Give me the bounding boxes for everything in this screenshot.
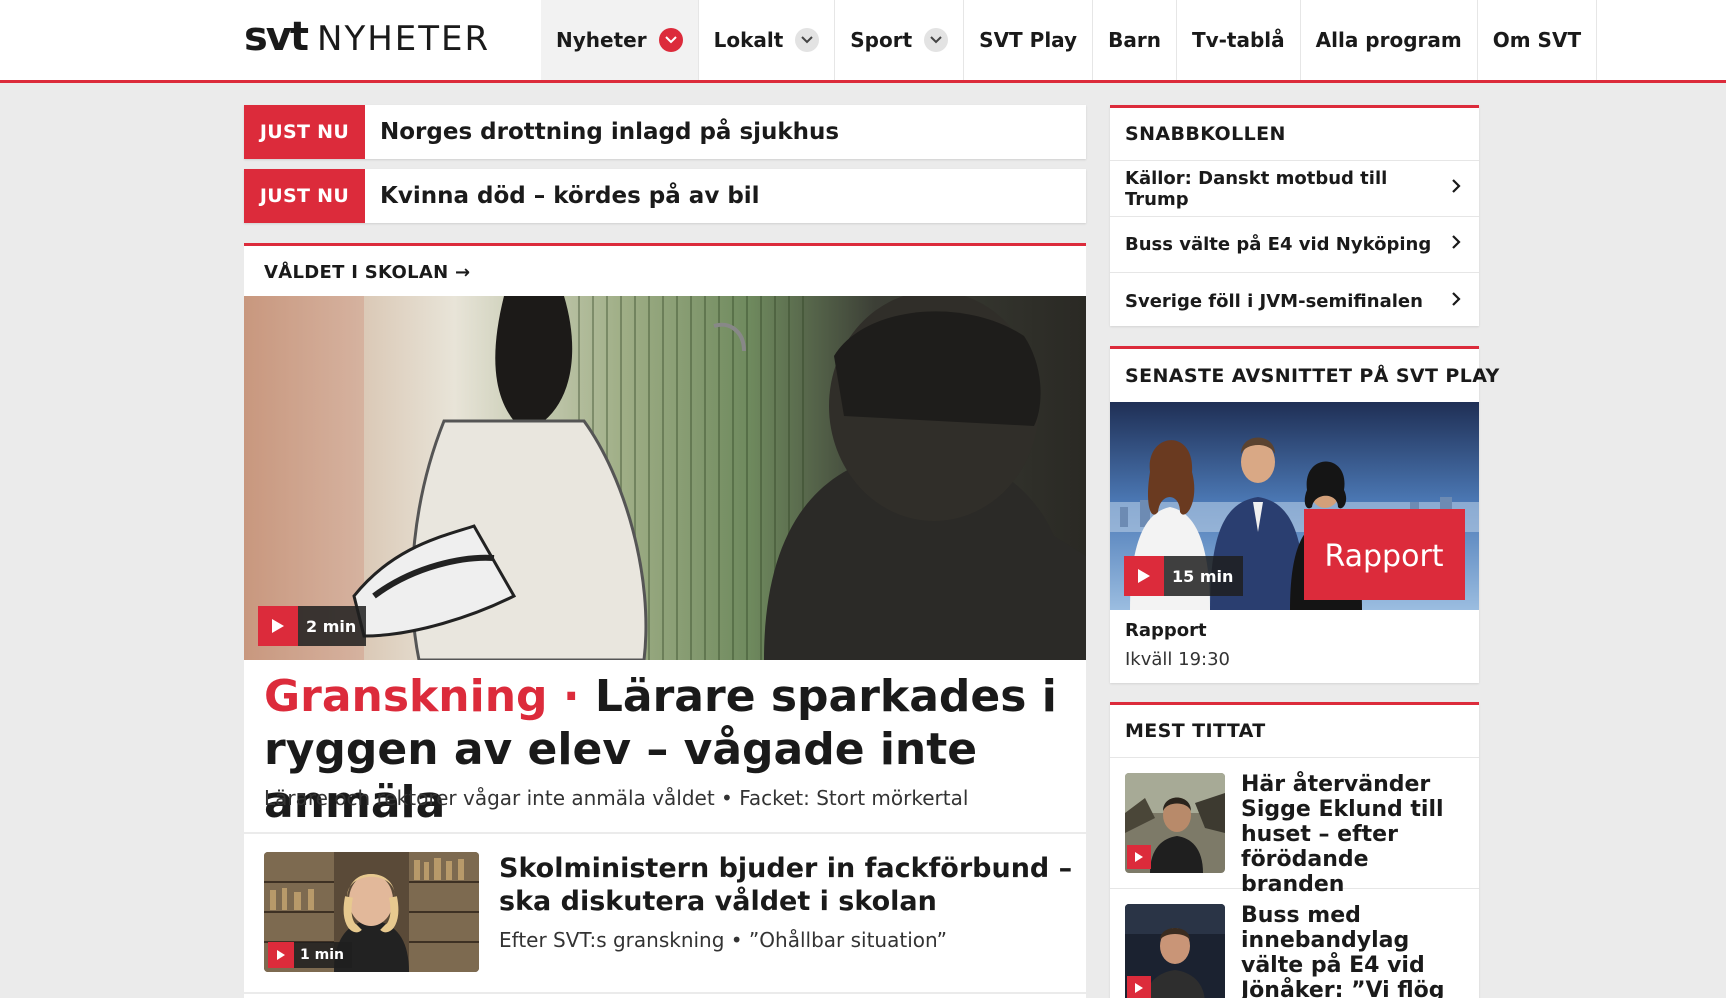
quick-news-text: Buss välte på E4 vid Nyköping — [1125, 234, 1432, 255]
chevron-down-icon[interactable] — [924, 28, 949, 52]
video-duration: 2 min — [306, 616, 357, 636]
most-viewed-thumbnail[interactable] — [1125, 773, 1225, 873]
nav-item-label: Alla program — [1315, 28, 1462, 52]
logo-svt: svt — [244, 14, 309, 60]
play-icon[interactable] — [1124, 556, 1164, 596]
nav-item-label: Om SVT — [1492, 28, 1582, 52]
snabbkollen-title: SNABBKOLLEN — [1110, 108, 1479, 161]
play-icon[interactable] — [1127, 845, 1151, 869]
breaking-news-text: Norges drottning inlagd på sjukhus — [380, 119, 840, 145]
program-name: Rapport — [1125, 620, 1207, 641]
mest-tittat-title: MEST TITTAT — [1110, 705, 1479, 758]
related-article-subline: Efter SVT:s granskning • ”Ohållbar situa… — [499, 928, 947, 952]
most-viewed-title: Buss med innebandylag välte på E4 vid Jö… — [1241, 903, 1445, 998]
most-viewed-item[interactable]: Buss med innebandylag välte på E4 vid Jö… — [1110, 889, 1479, 998]
site-header: svt NYHETER Nyheter Lokalt Sport SVT Pla… — [0, 0, 1726, 83]
snabbkollen-card: SNABBKOLLEN Källor: Danskt motbud till T… — [1110, 105, 1479, 326]
video-duration-chip[interactable]: 2 min — [258, 606, 367, 646]
nav-item-barn[interactable]: Barn — [1092, 0, 1176, 80]
nav-item-label: Tv-tablå — [1191, 28, 1285, 52]
top-story-card: VÅLDET I SKOLAN → 2 min Granskning · Lär… — [244, 243, 1086, 998]
svt-play-card: SENASTE AVSNITTET PÅ SVT PLAY Rapport 15… — [1110, 346, 1500, 683]
quick-news-item[interactable]: Buss välte på E4 vid Nyköping — [1110, 217, 1479, 273]
quick-news-item[interactable]: Sverige föll i JVM-semifinalen — [1110, 273, 1479, 329]
nav-item-alla-program[interactable]: Alla program — [1299, 0, 1477, 80]
just-nu-badge: JUST NU — [244, 105, 365, 159]
mest-tittat-card: MEST TITTAT Här återvänder Sigge Eklund … — [1110, 702, 1479, 998]
related-article-title[interactable]: Skolministern bjuder in fackförbund – sk… — [499, 852, 1074, 918]
video-duration-chip[interactable]: 1 min — [268, 942, 352, 968]
nav-item-tv-tabla[interactable]: Tv-tablå — [1175, 0, 1300, 80]
most-viewed-title: Här återvänder Sigge Eklund till huset –… — [1241, 772, 1444, 897]
quick-news-text: Källor: Danskt motbud till Trump — [1125, 167, 1388, 210]
play-icon[interactable] — [1127, 976, 1151, 998]
video-duration: 1 min — [300, 947, 344, 963]
divider — [244, 832, 1086, 834]
nav-item-label: SVT Play — [979, 28, 1078, 52]
video-duration: 15 min — [1172, 566, 1234, 586]
just-nu-badge: JUST NU — [244, 169, 365, 223]
nav-item-om-svt[interactable]: Om SVT — [1476, 0, 1598, 80]
svt-play-thumbnail[interactable]: Rapport 15 min — [1110, 402, 1479, 610]
video-duration-chip[interactable]: 15 min — [1124, 556, 1244, 596]
section-link-valdet-i-skolan[interactable]: VÅLDET I SKOLAN → — [264, 262, 470, 283]
chevron-right-icon — [1451, 178, 1461, 199]
most-viewed-item[interactable]: Här återvänder Sigge Eklund till huset –… — [1110, 758, 1479, 897]
play-icon[interactable] — [258, 606, 298, 646]
breaking-news-item[interactable]: JUST NU Kvinna död – kördes på av bil — [244, 169, 1086, 223]
rapport-brand-text: Rapport — [1324, 539, 1443, 574]
nav-item-label: Barn — [1108, 28, 1161, 52]
chevron-right-icon — [1451, 234, 1461, 255]
svt-nyheter-logo[interactable]: svt NYHETER — [244, 14, 490, 66]
logo-nyheter: NYHETER — [317, 19, 491, 59]
chevron-down-icon[interactable] — [658, 28, 683, 52]
nav-item-label: Lokalt — [713, 28, 784, 52]
nav-item-label: Sport — [850, 28, 913, 52]
broadcast-time: Ikväll 19:30 — [1125, 649, 1231, 670]
nav-item-label: Nyheter — [556, 28, 647, 52]
play-icon[interactable] — [268, 942, 294, 968]
quick-news-item[interactable]: Källor: Danskt motbud till Trump — [1110, 161, 1479, 217]
related-article-thumbnail[interactable]: 1 min — [264, 852, 479, 972]
nav-item-svt-play[interactable]: SVT Play — [963, 0, 1092, 80]
svt-play-info[interactable]: Rapport Ikväll 19:30 — [1110, 610, 1479, 682]
chevron-right-icon — [1451, 291, 1461, 312]
most-viewed-thumbnail[interactable] — [1125, 904, 1225, 998]
breaking-news-item[interactable]: JUST NU Norges drottning inlagd på sjukh… — [244, 105, 1086, 159]
nav-item-sport[interactable]: Sport — [834, 0, 963, 80]
breaking-news-text: Kvinna död – kördes på av bil — [380, 183, 760, 209]
headline-kicker: Granskning · — [264, 671, 580, 722]
top-story-subline: Lärare och rektorer vågar inte anmäla vå… — [264, 786, 969, 810]
hero-image[interactable]: 2 min — [244, 296, 1086, 660]
main-nav: Nyheter Lokalt Sport SVT Play Barn Tv-ta… — [541, 0, 1598, 80]
chevron-down-icon[interactable] — [795, 28, 820, 52]
divider — [244, 992, 1086, 994]
related-article[interactable]: 1 min Skolministern bjuder in fackförbun… — [264, 852, 1074, 974]
nav-item-lokalt[interactable]: Lokalt — [697, 0, 835, 80]
svt-play-title: SENASTE AVSNITTET PÅ SVT PLAY — [1125, 364, 1500, 387]
nav-item-nyheter[interactable]: Nyheter — [541, 0, 698, 80]
quick-news-text: Sverige föll i JVM-semifinalen — [1125, 290, 1423, 312]
hero-illustration — [244, 296, 1086, 660]
